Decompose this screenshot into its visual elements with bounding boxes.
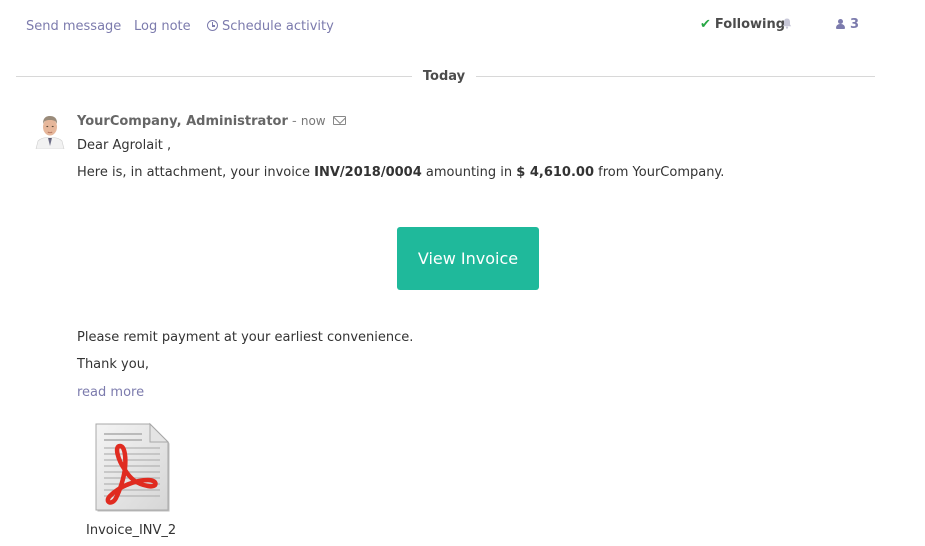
invoice-reference: INV/2018/0004 — [314, 165, 422, 180]
invoice-line-end: from YourCompany. — [594, 165, 725, 180]
attachment-item[interactable]: Invoice_INV_2 — [86, 418, 186, 542]
send-message-button[interactable]: Send message — [26, 19, 121, 34]
followers-count: 3 — [850, 17, 860, 32]
bell-icon[interactable] — [782, 18, 792, 29]
date-separator-line-left — [16, 76, 412, 77]
attachment-name: Invoice_INV_2 — [86, 523, 177, 538]
check-icon: ✔ — [700, 17, 711, 32]
read-more-link[interactable]: read more — [77, 385, 144, 400]
invoice-line-intro: Here is, in attachment, your invoice — [77, 165, 315, 180]
author-name[interactable]: YourCompany, Administrator — [77, 114, 288, 129]
followers-button[interactable]: 3 — [836, 17, 859, 32]
following-label: Following — [714, 17, 786, 32]
date-separator-label: Today — [422, 69, 466, 84]
message-thanks-line: Thank you, — [77, 357, 150, 372]
date-separator-line-right — [476, 76, 875, 77]
user-icon — [836, 19, 845, 29]
message-remit-line: Please remit payment at your earliest co… — [77, 330, 414, 345]
pdf-file-icon — [95, 422, 170, 512]
envelope-icon[interactable] — [332, 116, 346, 125]
message-time: now — [300, 114, 326, 128]
chatter-topbar: Send message Log note Schedule activity … — [0, 0, 925, 52]
schedule-activity-label: Schedule activity — [222, 19, 334, 34]
header-dash: - — [287, 114, 301, 129]
invoice-amount: $ 4,610.00 — [516, 165, 595, 180]
view-invoice-button[interactable]: View Invoice — [397, 227, 539, 290]
following-toggle[interactable]: ✔ Following — [700, 17, 785, 32]
schedule-activity-button[interactable]: Schedule activity — [207, 19, 334, 34]
author-avatar[interactable] — [34, 113, 66, 149]
clock-icon — [207, 20, 218, 31]
log-note-button[interactable]: Log note — [134, 19, 191, 34]
invoice-line-mid: amounting in — [421, 165, 517, 180]
message-header: YourCompany, Administrator - now — [77, 114, 346, 129]
message-greeting: Dear Agrolait , — [77, 138, 172, 153]
message-invoice-line: Here is, in attachment, your invoice INV… — [77, 165, 724, 180]
